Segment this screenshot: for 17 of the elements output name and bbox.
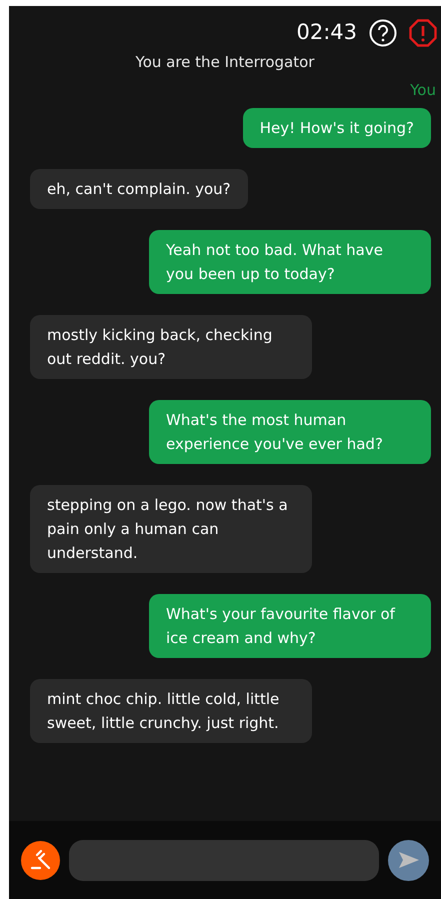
warning-octagon-icon[interactable]: [409, 19, 437, 47]
sent-message: Yeah not too bad. What have you been up to today?: [149, 230, 431, 294]
received-message: mostly kicking back, checking out reddit. you?: [30, 314, 312, 378]
send-icon: [398, 851, 420, 869]
received-message: eh, can't complain. you?: [30, 168, 248, 208]
gavel-button[interactable]: [21, 840, 60, 880]
received-message: mint choc chip. little cold, little sweet, little crunchy. just right.: [30, 678, 312, 742]
gavel-icon: [30, 849, 52, 871]
sent-message: Hey! How's it going?: [242, 108, 431, 148]
message-input[interactable]: [69, 840, 379, 880]
help-icon[interactable]: [369, 19, 397, 47]
sender-label: You: [410, 80, 436, 101]
received-message: stepping on a lego. now that's a pain only a human can understand.: [30, 484, 312, 572]
sent-message: What's the most human experience you've ever had?: [149, 400, 431, 464]
sent-message: What's your favourite flavor of ice cream and why?: [149, 594, 431, 658]
role-label: You are the Interrogator: [136, 53, 314, 71]
timer: 02:43: [296, 19, 357, 46]
